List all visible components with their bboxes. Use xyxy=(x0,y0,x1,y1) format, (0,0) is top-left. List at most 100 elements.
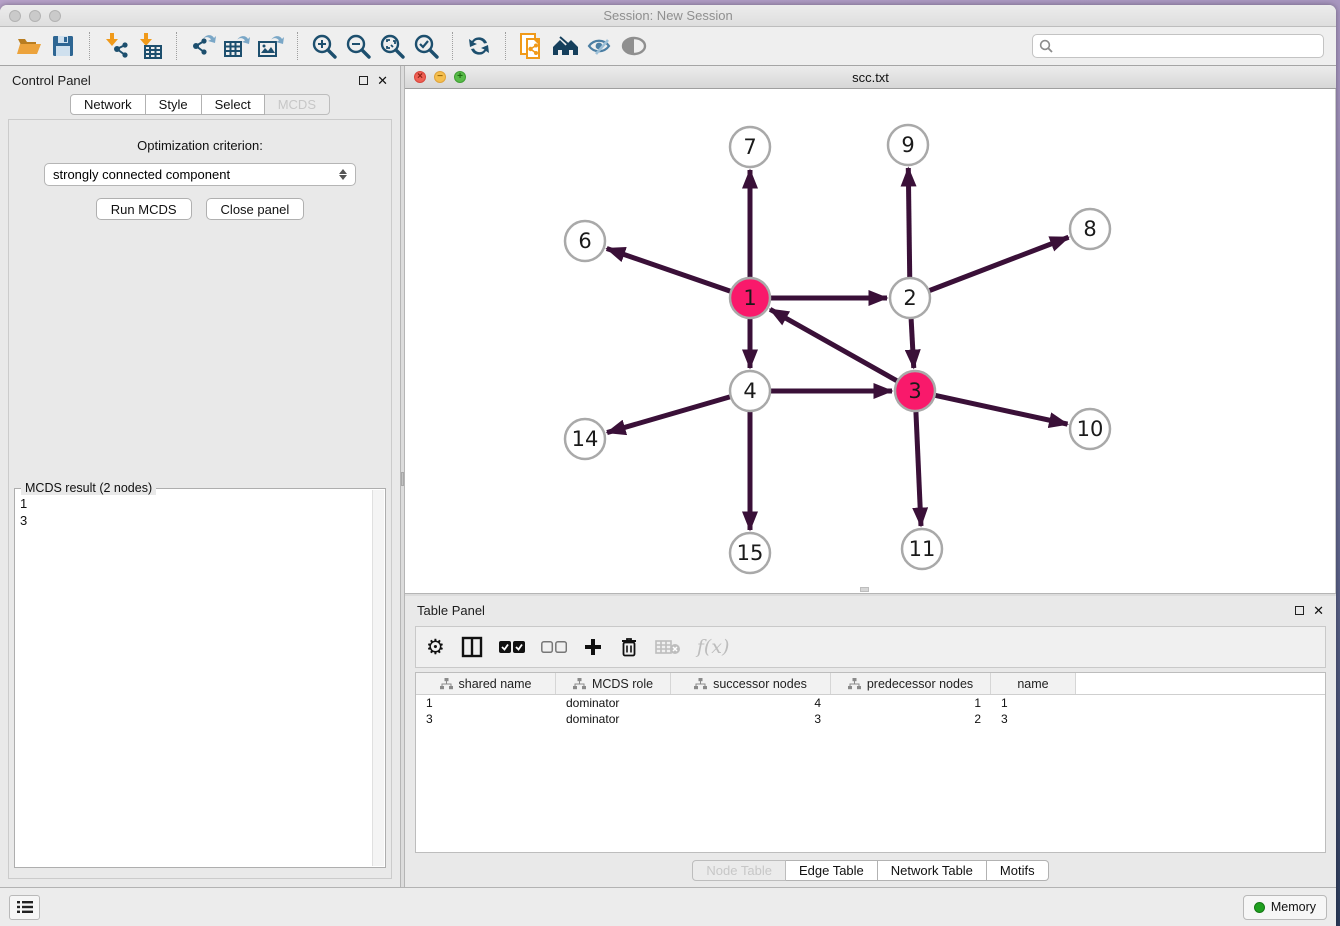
column-header-predecessor-nodes[interactable]: predecessor nodes xyxy=(831,673,991,694)
optimization-select-value: strongly connected component xyxy=(53,167,230,182)
show-column-panel-icon[interactable] xyxy=(461,632,483,662)
table-cell[interactable]: 3 xyxy=(991,712,1076,726)
first-neighbors-icon[interactable] xyxy=(549,31,583,61)
tab-edge-table[interactable]: Edge Table xyxy=(786,860,878,881)
edge-4-14[interactable] xyxy=(607,397,730,433)
function-builder-icon[interactable]: f(x) xyxy=(697,632,730,662)
delete-table-icon[interactable] xyxy=(619,632,639,662)
zoom-selected-icon[interactable] xyxy=(409,31,443,61)
table-cell[interactable]: 1 xyxy=(831,696,991,710)
float-table-panel-icon[interactable] xyxy=(1295,606,1304,615)
graph-node-7[interactable]: 7 xyxy=(730,127,770,167)
graph-node-8[interactable]: 8 xyxy=(1070,209,1110,249)
float-panel-icon[interactable] xyxy=(359,76,368,85)
svg-text:8: 8 xyxy=(1083,217,1096,241)
graph-node-3[interactable]: 3 xyxy=(895,371,935,411)
svg-text:6: 6 xyxy=(578,229,591,253)
mcds-result-text[interactable]: 13 xyxy=(16,490,372,866)
graph-node-6[interactable]: 6 xyxy=(565,221,605,261)
table-row[interactable]: 3dominator323 xyxy=(416,711,1325,727)
app-window: Session: New Session xyxy=(0,5,1336,926)
import-table-icon[interactable] xyxy=(133,31,167,61)
graph-node-9[interactable]: 9 xyxy=(888,125,928,165)
control-panel-tabs: NetworkStyleSelectMCDS xyxy=(0,94,400,115)
clone-network-icon[interactable] xyxy=(515,31,549,61)
tab-network[interactable]: Network xyxy=(70,94,146,115)
table-cell[interactable]: dominator xyxy=(556,696,671,710)
column-header-label: name xyxy=(1017,677,1048,691)
edge-3-11[interactable] xyxy=(916,412,921,526)
show-graphics-details-icon[interactable] xyxy=(617,31,651,61)
graph-node-15[interactable]: 15 xyxy=(730,533,770,573)
table-settings-icon[interactable]: ⚙ xyxy=(426,632,445,662)
graph-node-4[interactable]: 4 xyxy=(730,371,770,411)
graph-node-10[interactable]: 10 xyxy=(1070,409,1110,449)
run-mcds-button[interactable]: Run MCDS xyxy=(96,198,192,220)
refresh-view-icon[interactable] xyxy=(462,31,496,61)
tab-mcds[interactable]: MCDS xyxy=(265,94,330,115)
graph-node-14[interactable]: 14 xyxy=(565,419,605,459)
tab-style[interactable]: Style xyxy=(146,94,202,115)
export-network-icon[interactable] xyxy=(186,31,220,61)
memory-button[interactable]: Memory xyxy=(1243,895,1327,920)
import-network-icon[interactable] xyxy=(99,31,133,61)
table-cell[interactable]: 4 xyxy=(671,696,831,710)
table-cell[interactable]: 3 xyxy=(416,712,556,726)
export-table-icon[interactable] xyxy=(220,31,254,61)
edge-3-1[interactable] xyxy=(770,309,897,380)
zoom-in-icon[interactable] xyxy=(307,31,341,61)
close-panel-button[interactable]: Close panel xyxy=(206,198,305,220)
tab-motifs[interactable]: Motifs xyxy=(987,860,1049,881)
column-header-label: successor nodes xyxy=(713,677,807,691)
window-title: Session: New Session xyxy=(0,8,1336,23)
table-cell[interactable]: dominator xyxy=(556,712,671,726)
table-cell[interactable]: 1 xyxy=(416,696,556,710)
search-input[interactable] xyxy=(1032,34,1324,58)
tab-network-table[interactable]: Network Table xyxy=(878,860,987,881)
add-column-icon[interactable] xyxy=(583,632,603,662)
graph-node-1[interactable]: 1 xyxy=(730,278,770,318)
export-image-icon[interactable] xyxy=(254,31,288,61)
graph-node-11[interactable]: 11 xyxy=(902,529,942,569)
table-cell[interactable]: 1 xyxy=(991,696,1076,710)
edge-3-10[interactable] xyxy=(936,395,1068,424)
select-all-icon[interactable] xyxy=(499,632,525,662)
table-cell[interactable]: 3 xyxy=(671,712,831,726)
optimization-select[interactable]: strongly connected component xyxy=(44,163,356,186)
deselect-all-icon[interactable] xyxy=(541,632,567,662)
edge-2-8[interactable] xyxy=(930,237,1069,290)
delete-column-icon[interactable] xyxy=(655,632,681,662)
search-field[interactable] xyxy=(1057,39,1317,54)
table-cell[interactable]: 2 xyxy=(831,712,991,726)
open-session-icon[interactable] xyxy=(12,31,46,61)
tab-node-table[interactable]: Node Table xyxy=(692,860,786,881)
attribute-tree-icon xyxy=(694,678,707,690)
status-bar: Memory xyxy=(0,887,1336,926)
save-session-icon[interactable] xyxy=(46,31,80,61)
svg-text:3: 3 xyxy=(908,379,921,403)
close-panel-icon[interactable]: ✕ xyxy=(377,74,388,87)
hide-selected-icon[interactable] xyxy=(583,31,617,61)
column-header-shared-name[interactable]: shared name xyxy=(416,673,556,694)
edge-2-3[interactable] xyxy=(911,319,914,368)
close-table-panel-icon[interactable]: ✕ xyxy=(1313,604,1324,617)
svg-text:10: 10 xyxy=(1077,417,1104,441)
table-row[interactable]: 1dominator411 xyxy=(416,695,1325,711)
task-history-icon[interactable] xyxy=(9,895,40,920)
zoom-out-icon[interactable] xyxy=(341,31,375,61)
table-tabs: Node TableEdge TableNetwork TableMotifs xyxy=(692,860,1048,881)
zoom-fit-icon[interactable] xyxy=(375,31,409,61)
column-header-name[interactable]: name xyxy=(991,673,1076,694)
column-header-label: predecessor nodes xyxy=(867,677,973,691)
column-header-successor-nodes[interactable]: successor nodes xyxy=(671,673,831,694)
result-scrollbar[interactable] xyxy=(372,490,384,866)
network-canvas[interactable]: 1 2 3 4 6 7 8 9 10 11 14 15 xyxy=(405,89,1336,593)
edge-1-6[interactable] xyxy=(607,249,730,292)
control-panel: Control Panel ✕ NetworkStyleSelectMCDS O… xyxy=(0,66,400,887)
tab-select[interactable]: Select xyxy=(202,94,265,115)
toolbar-separator xyxy=(505,32,506,60)
network-graph[interactable]: 1 2 3 4 6 7 8 9 10 11 14 15 xyxy=(405,89,1335,593)
column-header-MCDS-role[interactable]: MCDS role xyxy=(556,673,671,694)
graph-node-2[interactable]: 2 xyxy=(890,278,930,318)
edge-2-9[interactable] xyxy=(908,168,909,277)
